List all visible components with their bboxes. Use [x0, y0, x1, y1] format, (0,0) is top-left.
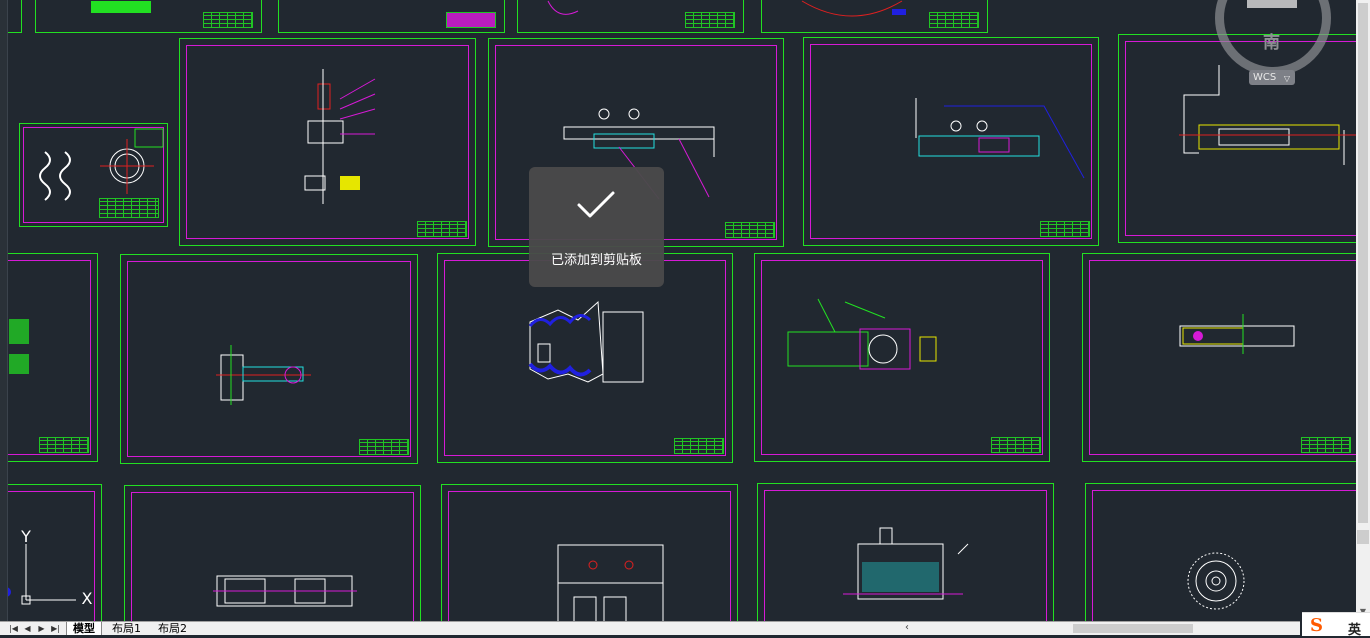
checkmark-icon — [577, 191, 615, 218]
sogou-logo-icon: S — [1310, 615, 1323, 636]
drawing-content — [216, 345, 311, 405]
drawing-sheet[interactable] — [441, 484, 738, 621]
horizontal-scrollbar[interactable]: ‹ — [903, 622, 1300, 635]
drawing-sheet[interactable] — [757, 483, 1054, 621]
drawing-content — [787, 298, 937, 370]
tab-layout1[interactable]: 布局1 — [106, 622, 147, 635]
drawing-sheet[interactable] — [124, 485, 421, 621]
horizontal-scroll-thumb[interactable] — [1073, 624, 1193, 633]
last-tab-icon[interactable]: ▶| — [50, 623, 61, 634]
drawing-sheet[interactable] — [1082, 253, 1356, 462]
drawing-content — [1187, 552, 1245, 610]
drawing-sheet[interactable] — [1085, 483, 1356, 621]
tab-model[interactable]: 模型 — [66, 622, 102, 635]
scroll-left-icon[interactable]: ‹ — [905, 622, 909, 633]
next-tab-icon[interactable]: ▶ — [36, 623, 47, 634]
toast-message: 已添加到剪贴板 — [550, 253, 642, 268]
drawing-sheet[interactable] — [19, 123, 168, 227]
drawing-content — [9, 319, 29, 374]
canvas-left-edge — [0, 0, 8, 621]
drawing-sheet[interactable] — [35, 0, 262, 33]
drawing-sheet[interactable] — [754, 253, 1050, 462]
first-tab-icon[interactable]: |◀ — [8, 623, 19, 634]
tab-layout2[interactable]: 布局2 — [152, 622, 193, 635]
ime-language-label[interactable]: 英 — [1348, 619, 1361, 638]
viewcube-face[interactable] — [1247, 0, 1297, 8]
ucs-icon: Y X — [20, 530, 93, 608]
drawing-content — [1179, 314, 1295, 354]
vertical-scrollbar[interactable]: ▼ — [1356, 0, 1370, 621]
drawing-content — [557, 544, 664, 621]
drawing-sheet[interactable] — [803, 37, 1099, 246]
drawing-sheet[interactable] — [0, 253, 98, 462]
drawing-content — [801, 0, 906, 17]
wcs-label: WCS — [1253, 72, 1277, 83]
vertical-scroll-thumb[interactable] — [1358, 3, 1368, 523]
viewcube[interactable]: 南 — [1215, 0, 1335, 76]
wcs-dropdown[interactable]: WCS ▽ — [1249, 70, 1295, 85]
drawing-sheet[interactable] — [120, 254, 418, 464]
drawing-sheet[interactable] — [179, 38, 476, 246]
clipboard-toast: 已添加到剪贴板 — [529, 167, 664, 287]
prev-tab-icon[interactable]: ◀ — [22, 623, 33, 634]
ucs-y-label: Y — [20, 530, 31, 546]
drawing-sheet[interactable] — [761, 0, 988, 33]
drawing-content — [304, 69, 376, 204]
drawing-content — [843, 527, 969, 600]
ucs-x-label: X — [82, 589, 93, 608]
drawing-content — [915, 98, 1085, 179]
chevron-down-icon: ▽ — [1283, 74, 1290, 83]
drawing-content — [39, 128, 164, 201]
viewcube-south-label[interactable]: 南 — [1263, 28, 1280, 53]
drawing-content — [213, 575, 357, 607]
drawing-content — [547, 0, 579, 15]
drawing-content — [91, 1, 151, 13]
ime-indicator[interactable]: S 英 — [1302, 612, 1370, 638]
drawing-canvas[interactable]: Y X — [0, 0, 1356, 621]
drawing-sheet[interactable] — [278, 0, 505, 33]
drawing-sheet[interactable] — [517, 0, 744, 33]
scroll-handle[interactable] — [1357, 530, 1369, 544]
